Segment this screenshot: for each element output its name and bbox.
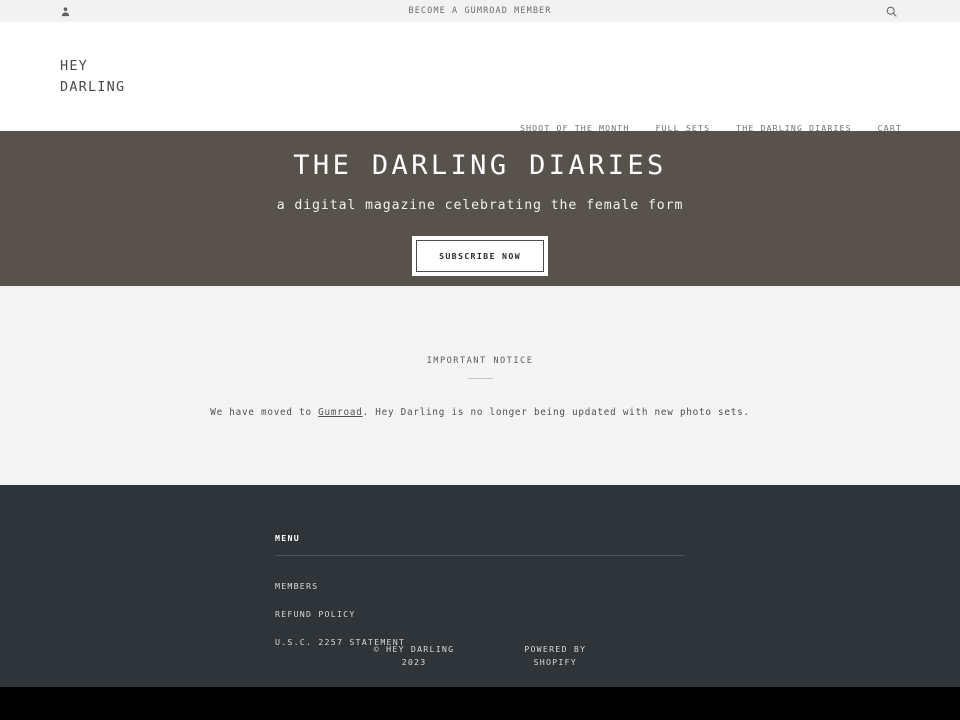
copyright-notice: © HEY DARLING 2023 bbox=[374, 643, 455, 669]
nav-item-the-darling-diaries[interactable]: THE DARLING DIARIES bbox=[736, 123, 852, 133]
notice-body: We have moved to Gumroad. Hey Darling is… bbox=[210, 407, 750, 418]
search-icon[interactable] bbox=[884, 4, 898, 18]
site-footer: MENU MEMBERS REFUND POLICY U.S.C. 2257 S… bbox=[0, 485, 960, 687]
person-icon[interactable] bbox=[58, 4, 72, 18]
footer-menu-block: MENU MEMBERS REFUND POLICY U.S.C. 2257 S… bbox=[275, 533, 685, 658]
footer-menu-heading: MENU bbox=[275, 533, 300, 543]
notice-section: IMPORTANT NOTICE We have moved to Gumroa… bbox=[0, 286, 960, 485]
copyright-line-1: © HEY DARLING bbox=[373, 644, 455, 654]
hero-banner: THE DARLING DIARIES a digital magazine c… bbox=[0, 131, 960, 286]
logo-line-1: HEY bbox=[60, 58, 88, 74]
notice-title: IMPORTANT NOTICE bbox=[426, 356, 534, 366]
notice-body-after: . Hey Darling is no longer being updated… bbox=[362, 407, 750, 418]
site-header: HEY DARLING SHOOT OF THE MONTH FULL SETS… bbox=[0, 22, 960, 133]
powered-by-notice[interactable]: POWERED BY SHOPIFY bbox=[524, 643, 586, 669]
main-navigation: SHOOT OF THE MONTH FULL SETS THE DARLING… bbox=[520, 123, 902, 133]
footer-link-list: MEMBERS REFUND POLICY U.S.C. 2257 STATEM… bbox=[275, 574, 685, 649]
powered-by-line-2: SHOPIFY bbox=[533, 657, 577, 667]
announcement-bar: BECOME A GUMROAD MEMBER bbox=[0, 0, 960, 22]
page-root: BECOME A GUMROAD MEMBER HEY DARLING SHOO… bbox=[0, 0, 960, 720]
hero-title: THE DARLING DIARIES bbox=[293, 150, 667, 181]
footer-bottom-bar: © HEY DARLING 2023 POWERED BY SHOPIFY bbox=[0, 643, 960, 669]
powered-by-line-1: POWERED BY bbox=[524, 644, 587, 654]
nav-item-full-sets[interactable]: FULL SETS bbox=[655, 123, 710, 133]
bottom-black-bar bbox=[0, 687, 960, 720]
logo-line-2: DARLING bbox=[60, 78, 126, 95]
footer-divider bbox=[275, 555, 685, 556]
list-item: REFUND POLICY bbox=[275, 602, 685, 621]
site-logo[interactable]: HEY DARLING bbox=[60, 56, 125, 97]
footer-link-members[interactable]: MEMBERS bbox=[275, 581, 318, 591]
nav-item-shoot-of-the-month[interactable]: SHOOT OF THE MONTH bbox=[520, 123, 629, 133]
gumroad-link[interactable]: Gumroad bbox=[318, 407, 362, 418]
footer-link-refund-policy[interactable]: REFUND POLICY bbox=[275, 609, 356, 619]
nav-item-cart[interactable]: CART bbox=[878, 123, 902, 133]
subscribe-button-frame: SUBSCRIBE NOW bbox=[412, 236, 548, 276]
hero-subtitle: a digital magazine celebrating the femal… bbox=[276, 198, 684, 213]
notice-divider bbox=[467, 378, 493, 379]
announcement-text[interactable]: BECOME A GUMROAD MEMBER bbox=[408, 6, 551, 16]
list-item: MEMBERS bbox=[275, 574, 685, 593]
notice-body-before: We have moved to bbox=[210, 407, 319, 418]
copyright-line-2: 2023 bbox=[401, 657, 427, 667]
subscribe-now-button[interactable]: SUBSCRIBE NOW bbox=[416, 240, 544, 272]
